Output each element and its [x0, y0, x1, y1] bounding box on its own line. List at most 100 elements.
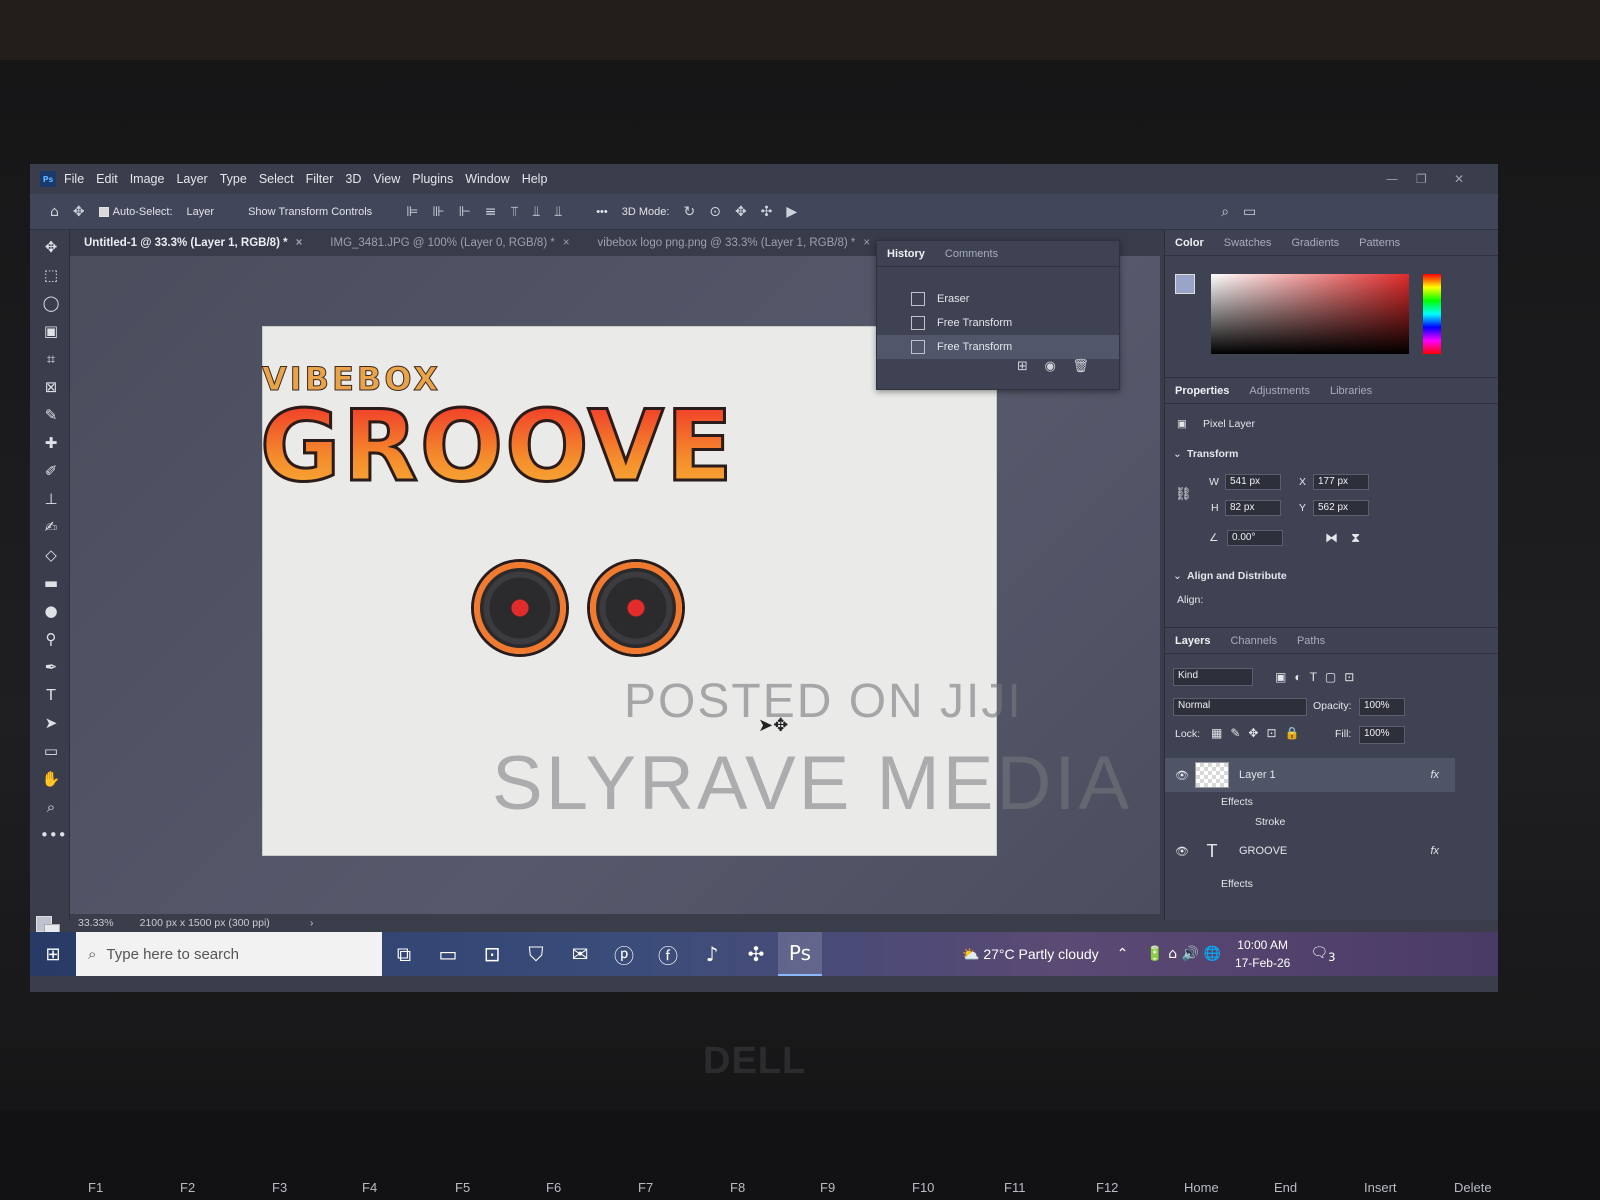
layer-name[interactable]: Layer 1: [1239, 769, 1276, 781]
zoom-level[interactable]: 33.33%: [78, 917, 114, 929]
tab-layers[interactable]: Layers: [1165, 635, 1220, 647]
align-right-icon[interactable]: ⊩: [459, 204, 471, 220]
lasso-tool-icon[interactable]: ◯: [40, 292, 62, 314]
menu-layer[interactable]: Layer: [176, 172, 207, 186]
align-center-icon[interactable]: ⊪: [432, 204, 444, 220]
menu-select[interactable]: Select: [259, 172, 294, 186]
menu-plugins[interactable]: Plugins: [412, 172, 453, 186]
minimize-icon[interactable]: —: [1386, 172, 1398, 186]
file-explorer-icon[interactable]: ▭: [426, 932, 470, 976]
gradient-tool-icon[interactable]: ▬: [40, 572, 62, 594]
transform-section-title[interactable]: Transform: [1187, 448, 1238, 460]
lock-icons[interactable]: ▦✎✥⊡🔒: [1211, 726, 1307, 740]
path-select-tool-icon[interactable]: ➤: [40, 712, 62, 734]
align-middle-icon[interactable]: ⫫: [532, 204, 540, 220]
photoshop-taskbar-icon[interactable]: Ps: [778, 932, 822, 976]
facebook-icon[interactable]: ⓕ: [646, 932, 690, 976]
close-icon[interactable]: ×: [296, 237, 303, 249]
eraser-tool-icon[interactable]: ◇: [40, 544, 62, 566]
history-item[interactable]: Free Transform: [877, 335, 1119, 359]
align-bottom-icon[interactable]: ⫫: [554, 204, 562, 220]
menu-3d[interactable]: 3D: [345, 172, 361, 186]
auto-select-target-dropdown[interactable]: Layer: [187, 206, 215, 218]
fx-icon[interactable]: fx: [1430, 845, 1439, 857]
3d-roll-icon[interactable]: ⊙: [709, 204, 721, 220]
dodge-tool-icon[interactable]: ⚲: [40, 628, 62, 650]
taskbar-search-box[interactable]: ⌕ Type here to search: [76, 932, 382, 976]
pinwheel-app-icon[interactable]: ✣: [734, 932, 778, 976]
auto-select-checkbox[interactable]: Auto-Select:: [98, 206, 173, 218]
blend-mode-dropdown[interactable]: Normal: [1173, 698, 1307, 716]
3d-orbit-icon[interactable]: ↻: [683, 204, 695, 220]
menu-filter[interactable]: Filter: [306, 172, 334, 186]
color-picker-field[interactable]: [1211, 274, 1409, 354]
healing-brush-icon[interactable]: ✚: [40, 432, 62, 454]
tab-vibebox-logo[interactable]: vibebox logo png.png @ 33.3% (Layer 1, R…: [584, 237, 885, 249]
effects-label[interactable]: Effects: [1221, 878, 1253, 890]
move-tool-icon[interactable]: ✥: [73, 204, 85, 220]
tab-paths[interactable]: Paths: [1287, 635, 1335, 647]
layer-filter-dropdown[interactable]: Kind: [1173, 668, 1253, 686]
layer-name[interactable]: GROOVE: [1239, 845, 1287, 857]
history-item[interactable]: Free Transform: [877, 311, 1119, 335]
width-field[interactable]: 541 px: [1225, 474, 1281, 490]
edit-toolbar-icon[interactable]: •••: [40, 824, 67, 846]
tab-img-3481[interactable]: IMG_3481.JPG @ 100% (Layer 0, RGB/8) * ×: [316, 237, 583, 249]
menu-window[interactable]: Window: [465, 172, 509, 186]
object-select-tool-icon[interactable]: ▣: [40, 320, 62, 342]
3d-pan-icon[interactable]: ✥: [735, 204, 747, 220]
height-field[interactable]: 82 px: [1225, 500, 1281, 516]
menu-view[interactable]: View: [373, 172, 400, 186]
brave-browser-icon[interactable]: ⛉: [514, 932, 558, 976]
type-tool-icon[interactable]: T: [40, 684, 62, 706]
align-distribute-title[interactable]: Align and Distribute: [1187, 570, 1287, 582]
color-foreground-swatch[interactable]: [1175, 274, 1195, 294]
store-icon[interactable]: ⊡: [470, 932, 514, 976]
stamp-tool-icon[interactable]: ⊥: [40, 488, 62, 510]
tab-gradients[interactable]: Gradients: [1281, 237, 1349, 249]
tab-libraries[interactable]: Libraries: [1320, 385, 1382, 397]
visibility-eye-icon[interactable]: 👁: [1175, 845, 1189, 858]
close-icon[interactable]: ×: [863, 237, 870, 249]
layer-filter-icons[interactable]: ▣◐T▢⊡: [1275, 670, 1362, 684]
more-options-button[interactable]: •••: [596, 206, 608, 218]
photoshop-app-icon[interactable]: Ps: [40, 171, 56, 187]
flip-horizontal-icon[interactable]: ⧓: [1325, 530, 1338, 546]
new-document-icon[interactable]: ⊞: [1017, 359, 1028, 374]
fill-field[interactable]: 100%: [1359, 726, 1405, 744]
3d-camera-icon[interactable]: ▶: [786, 204, 797, 220]
mail-icon[interactable]: ✉: [558, 932, 602, 976]
layer-row-groove[interactable]: 👁 T GROOVE fx: [1165, 834, 1455, 868]
crop-tool-icon[interactable]: ⌗: [40, 348, 62, 370]
tab-swatches[interactable]: Swatches: [1214, 237, 1282, 249]
tray-chevron-up-icon[interactable]: ⌃: [1117, 946, 1129, 962]
weather-widget[interactable]: ⛅ 27°C Partly cloudy: [962, 946, 1099, 963]
3d-slide-icon[interactable]: ✣: [761, 204, 773, 220]
pinterest-icon[interactable]: ⓟ: [602, 932, 646, 976]
tab-untitled-1[interactable]: Untitled-1 @ 33.3% (Layer 1, RGB/8) * ×: [70, 237, 316, 249]
tab-channels[interactable]: Channels: [1220, 635, 1286, 647]
tab-color[interactable]: Color: [1165, 237, 1214, 249]
chevron-right-icon[interactable]: ›: [310, 917, 314, 929]
x-field[interactable]: 177 px: [1313, 474, 1369, 490]
align-left-icon[interactable]: ⊫: [406, 204, 418, 220]
history-item[interactable]: Eraser: [877, 287, 1119, 311]
show-transform-controls-checkbox[interactable]: Show Transform Controls: [248, 206, 372, 218]
marquee-tool-icon[interactable]: ⬚: [40, 264, 62, 286]
snapshot-camera-icon[interactable]: ◉: [1044, 359, 1055, 374]
hand-tool-icon[interactable]: ✋: [40, 768, 62, 790]
move-tool-icon[interactable]: ✥: [40, 236, 62, 258]
menu-type[interactable]: Type: [220, 172, 247, 186]
pen-tool-icon[interactable]: ✒: [40, 656, 62, 678]
chevron-down-icon[interactable]: ⌄: [1173, 570, 1182, 582]
tab-adjustments[interactable]: Adjustments: [1239, 385, 1320, 397]
layer-row-layer-1[interactable]: 👁 Layer 1 fx: [1165, 758, 1455, 792]
zoom-tool-icon[interactable]: ⌕: [40, 796, 62, 818]
rectangle-tool-icon[interactable]: ▭: [40, 740, 62, 762]
workspace-icon[interactable]: ▭: [1243, 204, 1256, 220]
tray-icons[interactable]: 🔋 ⌂ 🔊 🌐: [1146, 946, 1221, 962]
restore-icon[interactable]: ❐: [1416, 172, 1427, 186]
tab-comments[interactable]: Comments: [935, 248, 1008, 260]
menu-file[interactable]: File: [64, 172, 84, 186]
eyedropper-tool-icon[interactable]: ✎: [40, 404, 62, 426]
